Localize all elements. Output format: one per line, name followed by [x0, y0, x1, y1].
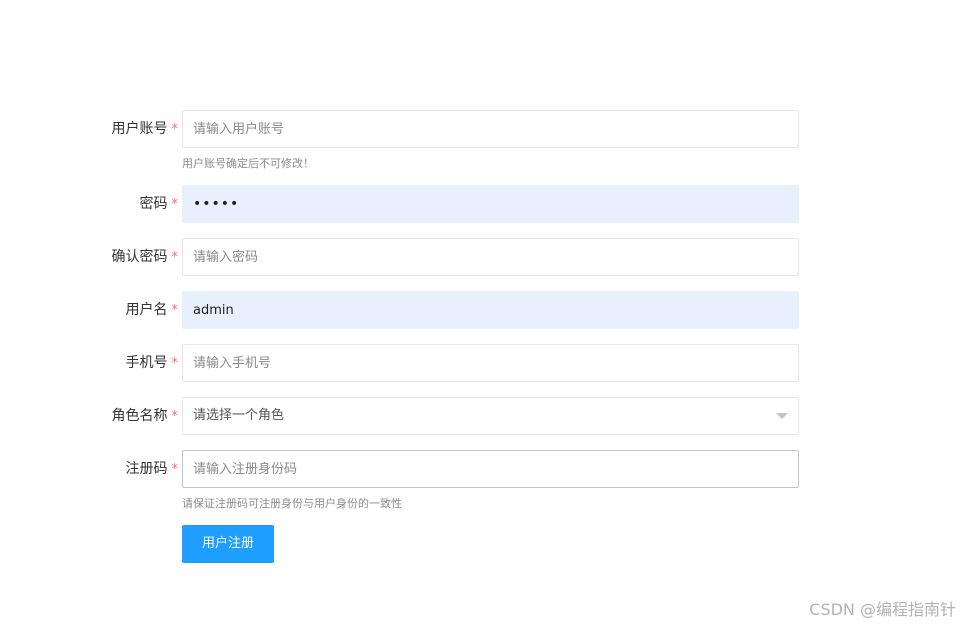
confirm-password-field-wrapper	[182, 238, 799, 276]
account-hint: 用户账号确定后不可修改！	[182, 157, 314, 170]
role-label: 角色名称 *	[0, 397, 179, 435]
account-row: 用户账号 *	[0, 110, 964, 148]
username-field-wrapper	[182, 291, 799, 329]
phone-label-text: 手机号	[125, 355, 168, 371]
password-field-wrapper	[182, 185, 799, 223]
account-field-wrapper	[182, 110, 799, 148]
reg-code-label: 注册码 *	[0, 450, 179, 488]
username-input[interactable]	[183, 292, 798, 328]
password-row: 密码 *	[0, 185, 964, 223]
username-label-text: 用户名	[125, 302, 168, 318]
confirm-password-row: 确认密码 *	[0, 238, 964, 276]
confirm-password-input[interactable]	[183, 239, 798, 275]
phone-input[interactable]	[183, 345, 798, 381]
confirm-password-label: 确认密码 *	[0, 238, 179, 276]
required-mark: *	[171, 303, 179, 318]
reg-code-field-wrapper	[182, 450, 799, 488]
password-label-text: 密码	[139, 196, 168, 212]
registration-form: 用户账号* 用户账号确定后不可修改！ 密码* 确认密码* 用户名*	[0, 0, 964, 626]
watermark: CSDN @编程指南针	[809, 600, 956, 619]
required-mark: *	[171, 462, 179, 477]
confirm-password-label-text: 确认密码	[111, 249, 168, 265]
phone-field-wrapper	[182, 344, 799, 382]
username-label: 用户名 *	[0, 291, 179, 329]
account-input[interactable]	[183, 111, 798, 147]
account-label: 用户账号 *	[0, 110, 179, 148]
required-mark: *	[171, 409, 179, 424]
required-mark: *	[171, 122, 179, 137]
role-select-value: 请选择一个角色	[193, 408, 285, 423]
required-mark: *	[171, 197, 179, 212]
reg-code-hint: 请保证注册码可注册身份与用户身份的一致性	[182, 497, 402, 510]
password-label: 密码 *	[0, 185, 179, 223]
reg-code-label-text: 注册码	[125, 461, 168, 477]
account-label-text: 用户账号	[111, 121, 168, 137]
phone-row: 手机号 *	[0, 344, 964, 382]
chevron-down-icon[interactable]	[776, 413, 788, 419]
username-row: 用户名 *	[0, 291, 964, 329]
reg-code-row: 注册码 *	[0, 450, 964, 488]
role-select[interactable]: 请选择一个角色	[182, 397, 799, 435]
reg-code-input[interactable]	[183, 451, 798, 487]
role-row: 角色名称 * 请选择一个角色	[0, 397, 964, 435]
password-input[interactable]	[183, 186, 798, 222]
required-mark: *	[171, 250, 179, 265]
required-mark: *	[171, 356, 179, 371]
register-button[interactable]: 用户注册	[182, 525, 274, 563]
role-label-text: 角色名称	[111, 408, 168, 424]
phone-label: 手机号 *	[0, 344, 179, 382]
